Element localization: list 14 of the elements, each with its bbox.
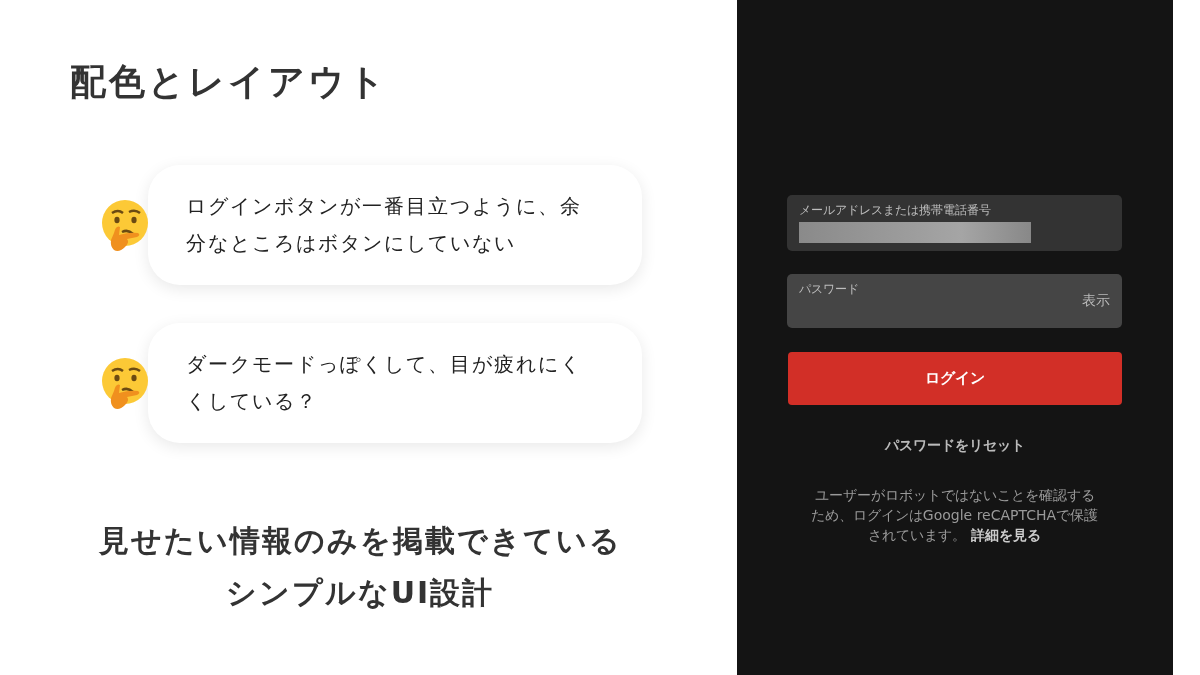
summary-text: 見せたい情報のみを掲載できている — [97, 522, 623, 560]
summary-text: シンプルなUI設計 — [224, 574, 496, 612]
input-field[interactable]: メールアドレスまたは携帯電話番号 — [787, 195, 1122, 251]
bubble-text: ログインボタンが一番目立つように、余分なところはボタンにしていない — [186, 193, 583, 257]
field-label: パスワード — [799, 282, 860, 296]
learn-more-link[interactable]: 詳細を見る — [970, 527, 1041, 543]
recaptcha-notice: ユーザーがロボットではないことを確認するため、ログインはGoogle reCAPTCHAで保護されています。 詳細を見る — [809, 486, 1100, 545]
bubble-text: ダークモードっぽくして、目が疲れにくくしている？ — [186, 351, 583, 415]
show-password-link[interactable]: 表示 — [1082, 292, 1110, 310]
field-label: メールアドレスまたは携帯電話番号 — [799, 203, 992, 217]
slide-title: 配色とレイアウト — [70, 60, 389, 104]
login-button[interactable]: ログイン — [787, 352, 1122, 405]
reset-password-link[interactable]: パスワードをリセット — [884, 437, 1025, 455]
input-field[interactable]: パスワード 表示 — [787, 274, 1122, 328]
